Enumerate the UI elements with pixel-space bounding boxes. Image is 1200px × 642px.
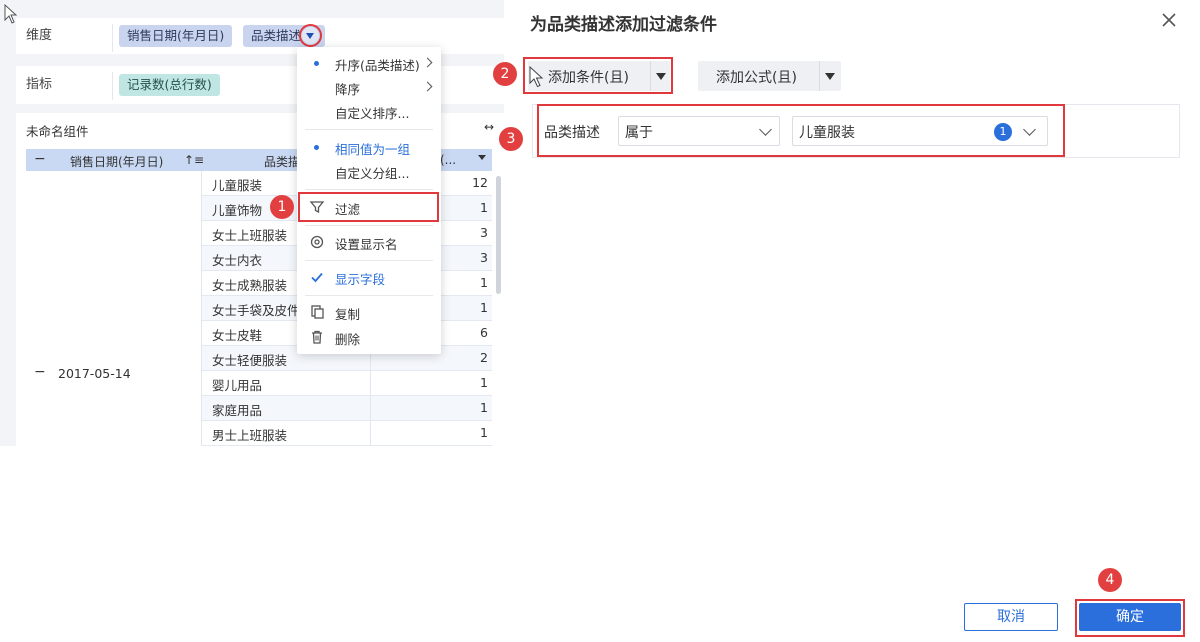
row-count: 1 <box>480 425 488 440</box>
menu-item-label: 复制 <box>335 307 361 322</box>
row-count: 1 <box>480 200 488 215</box>
collapse-icon[interactable]: − <box>34 151 46 167</box>
row-count: 1 <box>480 400 488 415</box>
menu-item-label: 相同值为一组 <box>335 142 411 157</box>
column-header-sale-date[interactable]: 销售日期(年月日) <box>70 153 163 170</box>
row-count: 3 <box>480 250 488 265</box>
cancel-button[interactable]: 取消 <box>964 603 1058 631</box>
dimension-label: 维度 <box>26 28 53 43</box>
row-category: 儿童饰物 <box>212 203 263 218</box>
row-count: 3 <box>480 225 488 240</box>
row-category: 女士成熟服装 <box>212 278 288 293</box>
row-count: 1 <box>480 300 488 315</box>
left-panel: 维度 销售日期(年月日) 品类描述 指标 记录数(总行数) 未命名组件 ↔ − … <box>0 0 504 446</box>
row-count: 12 <box>472 175 488 190</box>
menu-item-custom-group[interactable]: 自定义分组... <box>297 159 441 183</box>
widget-title: 未命名组件 <box>26 124 89 139</box>
copy-icon <box>311 305 324 319</box>
menu-item-custom-sort[interactable]: 自定义排序... <box>297 99 441 123</box>
column-menu-icon[interactable] <box>478 155 486 160</box>
column-header-count[interactable]: (... <box>440 153 456 167</box>
menu-item-label: 降序 <box>335 82 361 97</box>
sort-icon[interactable]: ↑≡ <box>184 153 204 167</box>
dimension-pill-sale-date[interactable]: 销售日期(年月日) <box>119 25 233 47</box>
menu-divider <box>305 260 433 261</box>
row-category: 女士轻便服装 <box>212 353 288 368</box>
table-row[interactable]: 婴儿用品 1 <box>202 371 492 396</box>
menu-item-label: 设置显示名 <box>335 237 398 252</box>
callout-badge-3: 3 <box>499 127 523 151</box>
filter-dialog: 为品类描述添加过滤条件 添加条件(且) 2 添加公式(且) 品类描述 属于 儿童… <box>493 0 1200 642</box>
callout-badge-2: 2 <box>493 62 517 86</box>
dialog-title: 为品类描述添加过滤条件 <box>530 15 717 35</box>
callout-highlight-filter <box>298 192 439 222</box>
menu-item-label: 删除 <box>335 332 361 347</box>
menu-item-label: 自定义排序... <box>335 106 410 121</box>
divider <box>370 421 371 446</box>
menu-item-set-display-name[interactable]: 设置显示名 <box>297 230 441 254</box>
menu-item-label: 显示字段 <box>335 272 386 287</box>
selected-dot-icon <box>314 145 319 150</box>
divider <box>370 371 371 396</box>
divider <box>819 61 820 91</box>
date-group-value: 2017-05-14 <box>58 366 131 381</box>
row-category: 女士内衣 <box>212 253 263 268</box>
callout-highlight-dropdown <box>299 24 322 47</box>
menu-item-copy[interactable]: 复制 <box>297 300 441 324</box>
callout-highlight-condition <box>537 104 1065 157</box>
fit-width-icon[interactable]: ↔ <box>484 120 494 134</box>
row-count: 1 <box>480 375 488 390</box>
callout-badge-4: 4 <box>1098 568 1122 592</box>
divider <box>112 24 113 52</box>
column-header-category[interactable]: 品类描 <box>264 153 300 170</box>
row-count: 6 <box>480 325 488 340</box>
menu-item-sort-desc[interactable]: 降序 <box>297 75 441 99</box>
menu-item-label: 升序(品类描述) <box>335 58 420 73</box>
menu-item-label: 自定义分组... <box>335 166 410 181</box>
row-category: 女士皮鞋 <box>212 328 263 343</box>
callout-highlight-add-condition <box>523 57 673 94</box>
menu-divider <box>305 225 433 226</box>
menu-item-group-same[interactable]: 相同值为一组 <box>297 135 441 159</box>
chevron-right-icon <box>422 57 433 68</box>
date-group-cell: − 2017-05-14 <box>26 171 202 446</box>
measure-label: 指标 <box>26 77 53 92</box>
menu-divider <box>305 129 433 130</box>
gear-icon <box>310 235 324 249</box>
row-category: 婴儿用品 <box>212 378 263 393</box>
collapse-icon[interactable]: − <box>34 364 46 380</box>
table-scrollbar[interactable] <box>496 176 501 294</box>
row-category: 女士手袋及皮件 <box>212 303 300 318</box>
menu-item-show-field[interactable]: 显示字段 <box>297 265 441 289</box>
table-row[interactable]: 男士上班服装 1 <box>202 421 492 446</box>
row-category: 男士上班服装 <box>212 428 288 443</box>
add-formula-label: 添加公式(且) <box>716 70 797 86</box>
menu-item-sort-asc[interactable]: 升序(品类描述) <box>297 51 441 75</box>
divider <box>370 396 371 421</box>
table-row[interactable]: 家庭用品 1 <box>202 396 492 421</box>
check-icon <box>311 272 323 283</box>
selected-dot-icon <box>314 61 319 66</box>
add-formula-button[interactable]: 添加公式(且) <box>698 61 841 91</box>
callout-badge-1: 1 <box>270 195 294 219</box>
close-icon[interactable] <box>1159 10 1179 30</box>
menu-item-delete[interactable]: 删除 <box>297 325 441 349</box>
trash-icon <box>312 330 322 344</box>
chevron-right-icon <box>422 81 433 92</box>
row-category: 家庭用品 <box>212 403 263 418</box>
row-count: 2 <box>480 350 488 365</box>
menu-divider <box>305 295 433 296</box>
row-count: 1 <box>480 275 488 290</box>
measure-pill-record-count[interactable]: 记录数(总行数) <box>119 74 220 96</box>
row-category: 女士上班服装 <box>212 228 288 243</box>
row-category: 儿童服装 <box>212 178 263 193</box>
caret-down-icon[interactable] <box>825 73 835 80</box>
menu-divider <box>305 189 433 190</box>
callout-highlight-ok <box>1075 599 1185 637</box>
divider <box>112 72 113 100</box>
